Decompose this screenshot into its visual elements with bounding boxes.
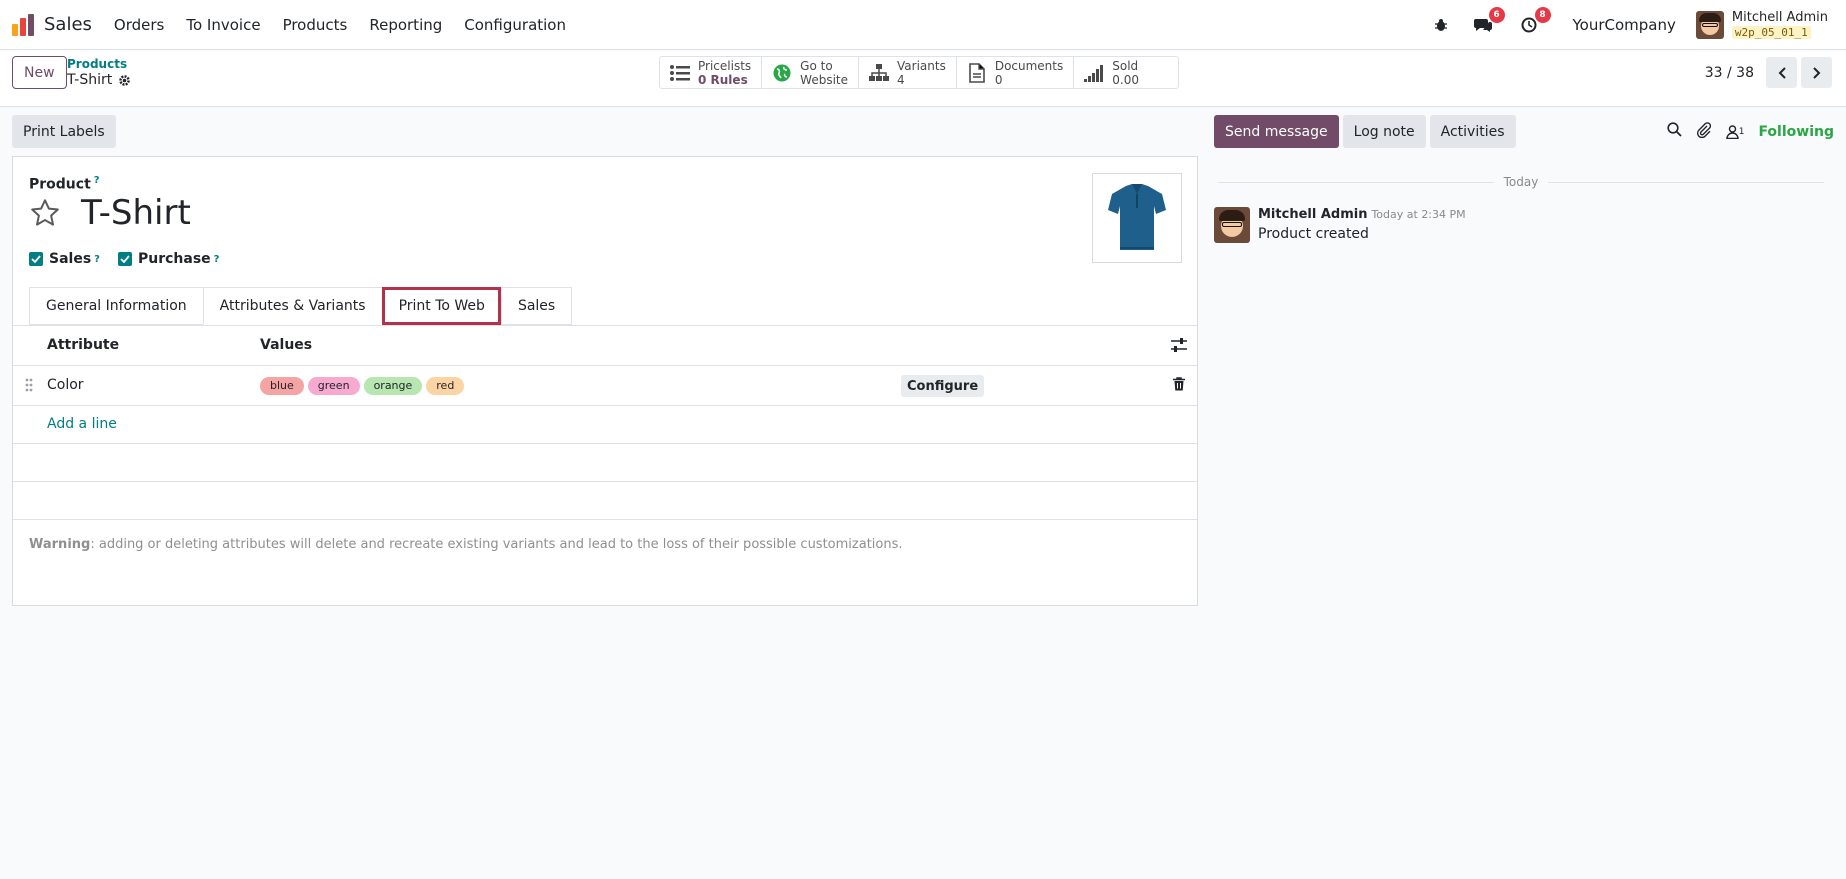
following-button[interactable]: Following [1758, 124, 1834, 140]
optional-columns-sliders-icon[interactable] [1171, 338, 1187, 356]
attribute-name[interactable]: Color [47, 377, 84, 393]
trash-icon[interactable] [1173, 377, 1185, 395]
drag-handle-icon[interactable] [25, 378, 33, 396]
purchase-checkbox[interactable]: Purchase? [117, 251, 220, 267]
go-to-website-smart-button[interactable]: Go to Website [762, 57, 859, 88]
tag-red: red [426, 377, 465, 395]
company-switcher[interactable]: YourCompany [1573, 16, 1676, 34]
message-author[interactable]: Mitchell Admin [1258, 207, 1367, 222]
menu-configuration[interactable]: Configuration [464, 16, 566, 34]
user-icon [1726, 124, 1739, 139]
column-values: Values [260, 337, 313, 353]
messages-icon[interactable]: 6 [1471, 7, 1505, 37]
pager-previous-button[interactable] [1766, 57, 1797, 88]
date-separator: Today [1218, 175, 1824, 189]
breadcrumb-current: T-Shirt [67, 72, 113, 88]
form-tabs: General Information Attributes & Variant… [29, 287, 573, 325]
tab-sales[interactable]: Sales [500, 287, 573, 325]
paperclip-icon[interactable] [1696, 121, 1712, 142]
database-name: w2p_05_01_1 [1731, 26, 1811, 39]
sales-checkbox[interactable]: Sales? [29, 251, 100, 267]
empty-row [13, 482, 1197, 520]
log-note-button[interactable]: Log note [1342, 115, 1426, 148]
column-attribute: Attribute [47, 337, 120, 353]
activities-clock-icon[interactable]: 8 [1517, 7, 1551, 37]
sold-smart-button[interactable]: Sold 0.00 [1074, 57, 1178, 88]
globe-icon [772, 63, 792, 83]
followers-button[interactable]: 1 [1726, 124, 1745, 139]
tab-attributes-variants[interactable]: Attributes & Variants [202, 287, 382, 325]
list-icon [670, 63, 690, 83]
polo-shirt-image [1108, 184, 1166, 250]
debug-bug-icon[interactable] [1429, 13, 1453, 37]
send-message-button[interactable]: Send message [1214, 115, 1339, 148]
help-tooltip[interactable]: ? [94, 175, 100, 186]
pager-next-button[interactable] [1801, 57, 1832, 88]
menu-products[interactable]: Products [283, 16, 348, 34]
variants-smart-button[interactable]: Variants 4 [859, 57, 957, 88]
chatter-message: Mitchell Admin Today at 2:34 PM Product c… [1214, 207, 1466, 243]
avatar[interactable] [1214, 207, 1250, 243]
pricelists-smart-button[interactable]: Pricelists 0 Rules [660, 57, 763, 88]
product-label: Product? [29, 175, 100, 193]
help-tooltip[interactable]: ? [94, 254, 100, 265]
empty-row [13, 444, 1197, 482]
checkbox-checked-icon [117, 252, 132, 266]
tag-green: green [307, 377, 360, 395]
checkbox-checked-icon [29, 252, 43, 266]
product-image[interactable] [1092, 173, 1182, 263]
signal-bars-icon [1084, 63, 1104, 83]
file-icon [967, 62, 987, 83]
help-tooltip[interactable]: ? [214, 254, 220, 265]
search-icon[interactable] [1667, 122, 1682, 141]
tag-orange: orange [363, 377, 423, 395]
pager-value[interactable]: 33 / 38 [1705, 65, 1754, 81]
menu-to-invoice[interactable]: To Invoice [186, 16, 260, 34]
top-navbar: Sales Orders To Invoice Products Reporti… [0, 0, 1846, 50]
followers-count: 1 [1738, 126, 1745, 137]
avatar [1695, 11, 1724, 39]
activities-button[interactable]: Activities [1429, 115, 1516, 148]
messages-badge: 6 [1488, 7, 1505, 23]
attribute-table-header: Attribute Values [13, 326, 1197, 366]
activities-badge: 8 [1534, 7, 1551, 23]
app-name[interactable]: Sales [44, 14, 92, 35]
gear-icon[interactable] [118, 74, 131, 87]
table-row[interactable]: Color blue green orange red Configure [13, 366, 1197, 406]
documents-smart-button[interactable]: Documents 0 [957, 57, 1075, 88]
add-line-row: Add a line [13, 406, 1197, 444]
configure-button[interactable]: Configure [901, 375, 985, 397]
tag-blue: blue [260, 377, 304, 395]
breadcrumb: Products T-Shirt [67, 56, 131, 88]
control-panel: New Products T-Shirt Pricelists 0 Rules G… [0, 51, 1846, 107]
breadcrumb-products[interactable]: Products [67, 56, 131, 72]
menu-orders[interactable]: Orders [114, 16, 164, 34]
sales-app-logo-icon[interactable] [12, 13, 34, 36]
chevron-right-icon [1812, 66, 1820, 79]
favorite-star-icon[interactable] [29, 197, 61, 233]
variants-warning-text: Warning: adding or deleting attributes w… [29, 537, 903, 552]
tab-general-information[interactable]: General Information [29, 287, 203, 325]
add-line-link[interactable]: Add a line [47, 416, 117, 432]
print-labels-button[interactable]: Print Labels [12, 115, 116, 148]
product-form-sheet: Product? T-Shirt Sales? Purchase? Genera… [12, 156, 1198, 606]
chatter-toolbar: Send message Log note Activities 1 Follo… [1214, 115, 1834, 148]
message-time: Today at 2:34 PM [1371, 208, 1466, 221]
attribute-value-tags[interactable]: blue green orange red [260, 377, 465, 395]
user-name: Mitchell Admin [1731, 10, 1828, 25]
tab-print-to-web[interactable]: Print To Web [381, 287, 501, 325]
product-name-field[interactable]: T-Shirt [81, 193, 191, 233]
new-button[interactable]: New [12, 56, 67, 89]
smart-buttons: Pricelists 0 Rules Go to Website Variants 4… [659, 56, 1180, 89]
user-menu[interactable]: Mitchell Admin w2p_05_01_1 [1695, 10, 1828, 40]
menu-reporting[interactable]: Reporting [369, 16, 442, 34]
pager: 33 / 38 [1705, 57, 1832, 88]
chevron-left-icon [1778, 66, 1786, 79]
sitemap-icon [869, 63, 889, 83]
message-text: Product created [1258, 226, 1369, 242]
